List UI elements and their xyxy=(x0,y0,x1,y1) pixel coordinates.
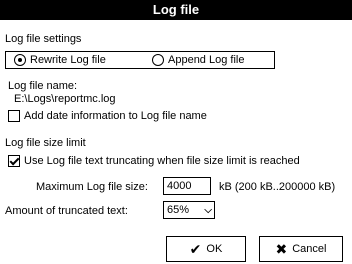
checkmark-icon: ✔ xyxy=(189,241,202,257)
rewrite-log-label: Rewrite Log file xyxy=(30,54,106,66)
log-file-size-limit-label: Log file size limit xyxy=(5,137,86,149)
dialog-title: Log file xyxy=(0,0,352,20)
truncated-amount-select[interactable]: 65% ⌵ xyxy=(163,201,215,219)
max-size-input[interactable] xyxy=(163,177,211,195)
cancel-button-label: Cancel xyxy=(292,243,327,255)
truncate-option[interactable]: Use Log file text truncating when file s… xyxy=(8,155,300,167)
add-date-option[interactable]: Add date information to Log file name xyxy=(8,110,207,122)
rewrite-log-radio[interactable] xyxy=(14,54,26,66)
append-log-label: Append Log file xyxy=(168,54,245,66)
ok-button[interactable]: ✔ OK xyxy=(166,236,246,262)
truncate-checkbox[interactable] xyxy=(8,155,20,167)
add-date-checkbox[interactable] xyxy=(8,110,20,122)
x-icon: ✖ xyxy=(275,241,288,257)
ok-button-label: OK xyxy=(206,243,223,255)
log-file-path: E:\Logs\reportmc.log xyxy=(14,93,116,105)
truncated-amount-value: 65% xyxy=(167,204,190,216)
chevron-down-icon: ⌵ xyxy=(204,205,212,216)
append-log-radio[interactable] xyxy=(152,54,164,66)
cancel-button[interactable]: ✖ Cancel xyxy=(259,236,343,262)
truncated-amount-label: Amount of truncated text: xyxy=(5,205,128,217)
log-file-name-label: Log file name: xyxy=(8,80,78,92)
append-log-radio-option[interactable]: Append Log file xyxy=(152,54,244,66)
max-size-hint: kB (200 kB..200000 kB) xyxy=(219,181,336,193)
log-mode-radio-group: Rewrite Log file Append Log file xyxy=(5,51,275,69)
log-file-settings-label: Log file settings xyxy=(5,33,82,45)
rewrite-log-radio-option[interactable]: Rewrite Log file xyxy=(14,54,106,66)
max-size-label: Maximum Log file size: xyxy=(36,181,148,193)
add-date-label: Add date information to Log file name xyxy=(24,110,207,122)
truncate-label: Use Log file text truncating when file s… xyxy=(24,155,300,167)
